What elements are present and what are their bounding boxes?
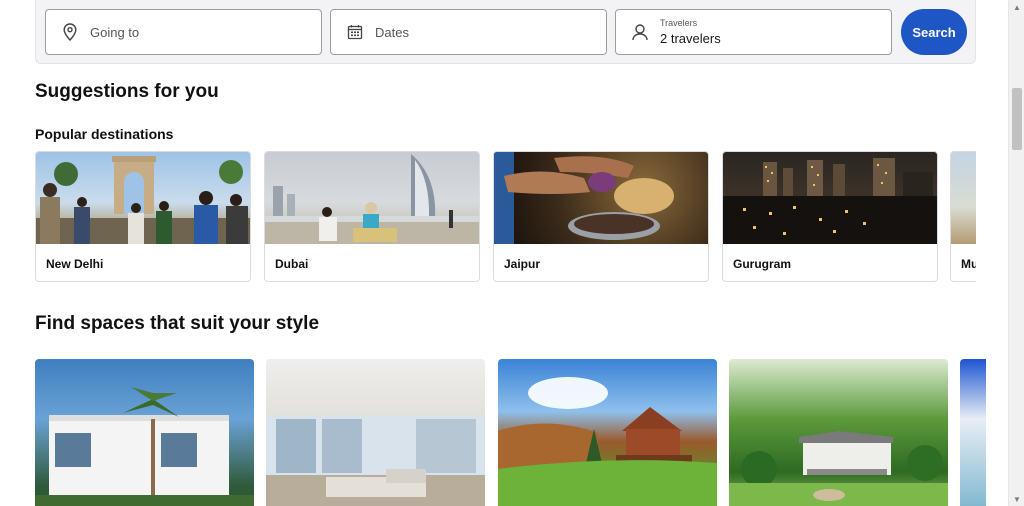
gurugram-image: [723, 152, 937, 244]
calendar-icon: [345, 22, 365, 42]
find-spaces-heading: Find spaces that suit your style: [35, 313, 320, 334]
popular-destinations-heading: Popular destinations: [35, 126, 174, 142]
destination-card-partial[interactable]: Mu: [950, 151, 976, 282]
destination-name: Gurugram: [733, 257, 792, 271]
suggestions-heading: Suggestions for you: [35, 81, 219, 102]
location-pin-icon: [60, 22, 80, 42]
destination-name: Dubai: [275, 257, 309, 271]
travelers-value: 2 travelers: [660, 31, 721, 46]
page: Going to Dates Travelers 2 travelers Sea…: [0, 0, 1024, 506]
scrollbar-thumb[interactable]: [1012, 88, 1022, 150]
scroll-down-arrow-icon[interactable]: ▼: [1009, 492, 1024, 506]
travelers-label: Travelers: [660, 18, 698, 28]
style-card-partial[interactable]: [960, 359, 986, 506]
search-button[interactable]: Search: [901, 9, 967, 55]
destinations-carousel: New Delhi Dubai Jaipur Gurugram M: [35, 151, 976, 282]
going-to-placeholder: Going to: [90, 24, 140, 40]
destination-card-new-delhi[interactable]: New Delhi: [35, 151, 251, 282]
dubai-image: [265, 152, 479, 244]
styles-carousel: [35, 359, 986, 506]
style-card-apartment[interactable]: [266, 359, 485, 506]
destination-card-gurugram[interactable]: Gurugram: [722, 151, 938, 282]
travelers-field[interactable]: Travelers 2 travelers: [615, 9, 892, 55]
travelers-text: Travelers 2 travelers: [660, 18, 721, 46]
style-card-cottage[interactable]: [729, 359, 948, 506]
going-to-field[interactable]: Going to: [45, 9, 322, 55]
destination-card-jaipur[interactable]: Jaipur: [493, 151, 709, 282]
destination-name: Jaipur: [504, 257, 541, 271]
style-card-modern-home[interactable]: [35, 359, 254, 506]
partial-destination-image: [951, 152, 976, 244]
destination-name: New Delhi: [46, 257, 104, 271]
person-icon: [630, 22, 650, 42]
new-delhi-image: [36, 152, 250, 244]
destination-card-dubai[interactable]: Dubai: [264, 151, 480, 282]
dates-placeholder: Dates: [375, 24, 409, 40]
scroll-up-arrow-icon[interactable]: ▲: [1009, 0, 1024, 14]
dates-field[interactable]: Dates: [330, 9, 607, 55]
destination-name: Mu: [961, 257, 976, 271]
page-scrollbar[interactable]: ▲ ▼: [1008, 0, 1024, 506]
search-bar: Going to Dates Travelers 2 travelers Sea…: [35, 0, 976, 64]
jaipur-image: [494, 152, 708, 244]
style-card-cabin[interactable]: [498, 359, 717, 506]
